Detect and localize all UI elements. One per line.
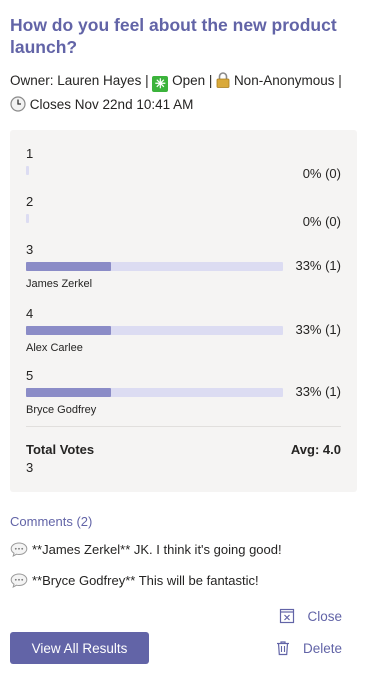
option-percent: 33% (1): [295, 258, 341, 273]
option-label: 3: [26, 242, 34, 257]
option-bar-track: [26, 326, 283, 335]
results-panel: 1 0% (0) 2 0% (0) 3 33% (1) James Zerkel 4 33% (…: [10, 130, 357, 492]
clock-icon: [10, 96, 26, 118]
comment-bubble-icon: [10, 573, 28, 591]
option-bar-fill: [26, 326, 111, 335]
option-voter: Alex Carlee: [26, 342, 83, 354]
option-percent: 0% (0): [302, 214, 341, 229]
option-bar-track: [26, 388, 283, 397]
option-bar-track: [26, 214, 29, 223]
comment-text: **James Zerkel** JK. I think it's going …: [32, 542, 282, 557]
open-checkbox-icon: ✳: [152, 76, 169, 92]
option-label: 5: [26, 368, 34, 383]
close-label: Close: [307, 608, 342, 624]
comments-heading[interactable]: Comments (2): [10, 514, 92, 529]
anonymity-text: Non-Anonymous |: [233, 73, 342, 88]
close-poll-button[interactable]: Close: [279, 608, 342, 624]
option-bar-track: [26, 166, 29, 175]
option-voter: Bryce Godfrey: [26, 404, 97, 416]
option-bar-fill: [26, 262, 111, 271]
poll-meta: Owner: Lauren Hayes | ✳ Open | Non-Anony…: [10, 70, 365, 118]
trash-icon: [276, 641, 289, 656]
comment-bubble-icon: [10, 542, 28, 560]
option-label: 2: [26, 194, 34, 209]
closes-text: Closes Nov 22nd 10:41 AM: [29, 97, 194, 112]
delete-label: Delete: [302, 640, 342, 656]
comment-item: **Bryce Godfrey** This will be fantastic…: [10, 573, 259, 591]
total-votes-label: Total Votes: [26, 442, 95, 457]
option-percent: 0% (0): [302, 166, 341, 181]
delete-poll-button[interactable]: Delete: [275, 640, 342, 656]
comment-text: **Bryce Godfrey** This will be fantastic…: [32, 573, 259, 588]
option-bar-fill: [26, 388, 111, 397]
view-all-results-button[interactable]: View All Results: [10, 632, 149, 664]
average-score: Avg: 4.0: [290, 442, 341, 457]
status-text: Open |: [172, 73, 213, 88]
owner-text: Owner: Lauren Hayes |: [10, 73, 149, 88]
option-label: 4: [26, 306, 34, 321]
comment-item: **James Zerkel** JK. I think it's going …: [10, 542, 282, 560]
divider: [26, 426, 341, 427]
close-box-icon: [280, 608, 295, 624]
poll-title: How do you feel about the new product la…: [10, 15, 337, 57]
option-percent: 33% (1): [295, 384, 341, 399]
option-voter: James Zerkel: [26, 278, 93, 290]
option-label: 1: [26, 146, 34, 161]
option-percent: 33% (1): [295, 322, 341, 337]
lock-icon: [216, 72, 230, 94]
option-bar-track: [26, 262, 283, 271]
total-votes-value: 3: [26, 460, 34, 475]
